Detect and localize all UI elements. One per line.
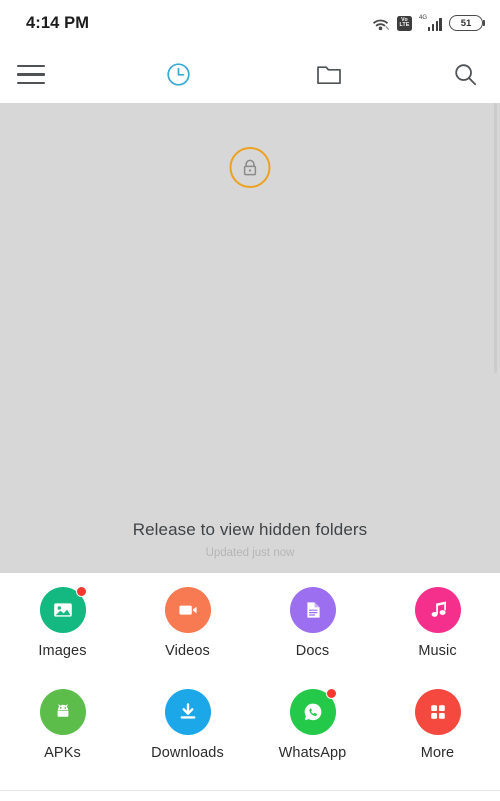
shortcut-docs[interactable]: Docs: [250, 587, 375, 689]
file-manager-screen: 4:14 PM Vo LTE 4G 51 Release to view hid…: [0, 0, 500, 801]
clock-recent-icon: [166, 63, 190, 86]
status-icon-group: Vo LTE 4G 51: [371, 15, 486, 31]
pull-updated-text: Updated just now: [205, 547, 295, 559]
status-time: 4:14 PM: [26, 13, 90, 32]
shortcut-row: Images Videos Docs Music: [0, 586, 500, 689]
bottom-divider: [0, 790, 500, 791]
padlock-icon: [243, 159, 257, 175]
wifi-icon: [372, 19, 390, 30]
pull-message-group: Release to view hidden folders Updated j…: [0, 520, 500, 559]
shortcut-label: Music: [418, 643, 457, 659]
volte-icon: Vo LTE: [397, 15, 412, 31]
shortcut-label: Downloads: [151, 745, 224, 761]
grid-more-icon: [414, 689, 461, 735]
shortcut-label: Images: [38, 643, 87, 659]
folder-icon: [317, 66, 341, 85]
recent-tab-button[interactable]: [108, 46, 248, 103]
battery-level-text: 51: [460, 17, 472, 29]
shortcut-apks[interactable]: APKs: [0, 689, 125, 791]
android-icon: [39, 689, 86, 735]
notification-badge: [75, 586, 87, 597]
shortcut-label: APKs: [44, 745, 81, 761]
hamburger-menu-icon: [17, 65, 45, 84]
search-icon: [455, 64, 477, 86]
search-button[interactable]: [410, 46, 500, 103]
video-icon: [164, 587, 211, 633]
scrollbar-track[interactable]: [494, 103, 497, 373]
status-bar: 4:14 PM Vo LTE 4G 51: [0, 0, 500, 46]
shortcut-label: More: [420, 745, 455, 761]
shortcut-music[interactable]: Music: [375, 587, 500, 689]
folders-tab-button[interactable]: [248, 46, 410, 103]
image-icon: [39, 586, 87, 633]
signal-bars-icon: 4G: [419, 15, 442, 31]
shortcut-row: APKs Downloads WhatsApp More: [0, 688, 500, 791]
signal-bar-group: [427, 18, 442, 31]
download-icon: [164, 689, 211, 735]
shortcut-more[interactable]: More: [375, 689, 500, 791]
pull-message: Release to view hidden folders: [132, 520, 368, 539]
shortcut-label: Docs: [295, 643, 330, 659]
music-note-icon: [414, 587, 461, 633]
shortcut-downloads[interactable]: Downloads: [125, 689, 250, 791]
battery-indicator: 51: [449, 15, 486, 31]
hidden-folders-lock-indicator: [229, 147, 271, 188]
whatsapp-icon: [289, 688, 337, 735]
shortcut-images[interactable]: Images: [0, 586, 125, 689]
shortcut-grid: Images Videos Docs Music APKs Downloads …: [0, 573, 500, 801]
shortcut-label: Videos: [165, 643, 210, 659]
pull-to-reveal-area[interactable]: Release to view hidden folders Updated j…: [0, 103, 500, 573]
notification-badge: [325, 688, 337, 699]
shortcut-label: WhatsApp: [278, 745, 347, 761]
shortcut-whatsapp[interactable]: WhatsApp: [250, 688, 375, 791]
document-icon: [289, 587, 336, 633]
app-toolbar: [0, 46, 500, 103]
shortcut-videos[interactable]: Videos: [125, 587, 250, 689]
menu-button[interactable]: [0, 46, 108, 103]
